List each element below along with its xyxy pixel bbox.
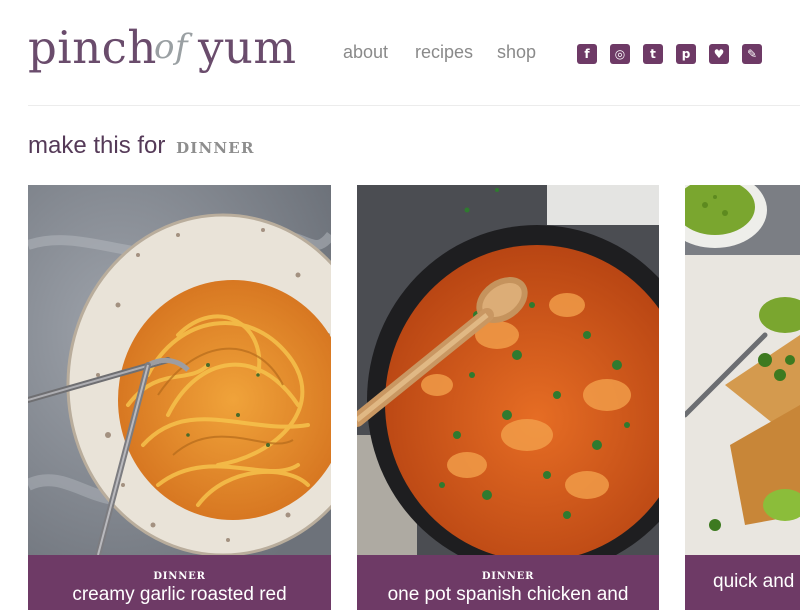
pencil-icon[interactable]: ✎ (742, 44, 762, 64)
recipe-caption: quick and e (685, 555, 800, 610)
recipe-caption: DINNER creamy garlic roasted red (28, 555, 331, 610)
section-heading-prefix: make this for (28, 132, 166, 159)
recipe-title[interactable]: quick and e (685, 557, 800, 593)
recipe-card[interactable]: DINNER creamy garlic roasted red (28, 185, 331, 610)
recipe-caption: DINNER one pot spanish chicken and (357, 555, 659, 610)
instagram-icon[interactable]: ◎ (610, 44, 630, 64)
nav-link-shop[interactable]: shop (497, 42, 536, 63)
pinterest-icon[interactable]: p (676, 44, 696, 64)
recipe-photo-chicken[interactable] (357, 185, 659, 555)
section-heading-category[interactable]: DINNER (176, 139, 255, 157)
site-header: pinch of yum about recipes shop f ◎ t p … (0, 0, 800, 106)
recipe-title[interactable]: creamy garlic roasted red (28, 584, 331, 606)
logo-word-pinch: pinch (28, 21, 157, 74)
recipe-category-tag[interactable]: DINNER (28, 555, 331, 582)
nav-link-recipes[interactable]: recipes (415, 42, 473, 63)
recipe-card[interactable]: DINNER one pot spanish chicken and (357, 185, 659, 610)
twitter-icon[interactable]: t (643, 44, 663, 64)
recipe-photo-quesadilla[interactable] (685, 185, 800, 555)
header-divider (28, 105, 800, 106)
recipe-photo-noodles[interactable] (28, 185, 331, 555)
nav-link-about[interactable]: about (343, 42, 388, 63)
heart-icon[interactable]: ♥ (709, 44, 729, 64)
recipe-category-tag[interactable]: DINNER (357, 555, 659, 582)
recipe-card[interactable]: quick and e (685, 185, 800, 610)
section-heading: make this for DINNER (28, 132, 255, 160)
logo-word-of: of (154, 27, 189, 67)
facebook-icon[interactable]: f (577, 44, 597, 64)
recipe-title[interactable]: one pot spanish chicken and (357, 584, 659, 606)
logo-word-yum: yum (198, 21, 297, 74)
